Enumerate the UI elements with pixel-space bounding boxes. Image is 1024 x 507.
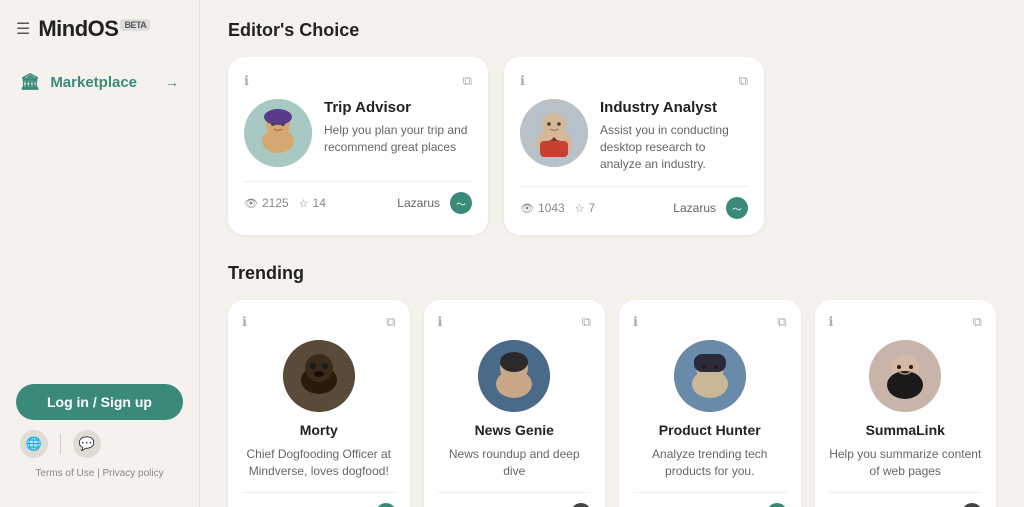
star-icon: ☆ (299, 197, 309, 210)
trending-footer: 👁 997 ☆ 11 〜 (633, 492, 787, 507)
external-link-icon[interactable]: ⧉ (973, 314, 982, 330)
card-footer: 👁 2125 ☆ 14 Lazarus 〜 (244, 181, 472, 214)
external-link-icon[interactable]: ⧉ (386, 314, 395, 330)
external-link-icon[interactable]: ⧉ (777, 314, 786, 330)
trending-footer: 👁 1712 ☆ 21 〜 (438, 492, 592, 507)
trending-section: Trending ℹ ⧉ Mor (228, 263, 996, 507)
trending-card-morty[interactable]: ℹ ⧉ Morty Chief Dogfooding Officer at Mi… (228, 300, 410, 507)
external-link-icon[interactable]: ⧉ (739, 73, 748, 89)
info-icon[interactable]: ℹ (242, 314, 247, 330)
external-link-icon[interactable]: ⧉ (463, 73, 472, 89)
card-icons-row: ℹ ⧉ (244, 73, 472, 89)
agent-avatar-industry (520, 99, 588, 167)
agent-avatar-trip (244, 99, 312, 167)
card-header: ℹ ⧉ (633, 314, 787, 330)
creator-badge: 〜 (767, 503, 787, 507)
trending-cards: ℹ ⧉ Morty Chief Dogfooding Officer at Mi… (228, 300, 996, 507)
creator-name: Lazarus (673, 201, 716, 215)
footer-links: Terms of Use | Privacy policy (16, 468, 183, 479)
trending-agent-desc: Chief Dogfooding Officer at Mindverse, l… (242, 446, 396, 480)
agent-info: Industry Analyst Assist you in conductin… (600, 99, 748, 172)
trending-agent-name: News Genie (475, 422, 554, 438)
trending-agent-name: Product Hunter (659, 422, 761, 438)
agent-avatar-morty (283, 340, 355, 412)
sidebar-footer: Log in / Sign up 🌐 💬 Terms of Use | Priv… (0, 372, 199, 491)
sidebar-item-label: Marketplace (50, 74, 137, 91)
card-header: ℹ ⧉ (438, 314, 592, 330)
card-footer: 👁 1043 ☆ 7 Lazarus 〜 (520, 186, 748, 219)
external-link-icon[interactable]: ⧉ (582, 314, 591, 330)
trending-footer: 👁 697 ☆ 11 〜 (829, 492, 983, 507)
footer-icons: 🌐 💬 (16, 430, 183, 458)
trending-card-summalink[interactable]: ℹ ⧉ SummaLink Help you summarize content… (815, 300, 997, 507)
sidebar: ☰ MindOSBETA 🏛 Marketplace → Log in / Si… (0, 0, 200, 507)
creator-badge: 〜 (376, 503, 396, 507)
creator-name: Lazarus (397, 196, 440, 210)
agent-name: Industry Analyst (600, 99, 748, 116)
stars-count: 14 (313, 196, 326, 210)
editors-choice-section: Editor's Choice ℹ ⧉ (228, 20, 996, 235)
stars-stat: ☆ 14 (299, 196, 326, 210)
creator-badge: 〜 (726, 197, 748, 219)
card-header: ℹ ⧉ (829, 314, 983, 330)
info-icon[interactable]: ℹ (244, 73, 249, 89)
sidebar-nav: 🏛 Marketplace → (0, 62, 199, 372)
sidebar-item-marketplace[interactable]: 🏛 Marketplace → (8, 62, 191, 102)
views-count: 1043 (538, 201, 565, 215)
sidebar-header: ☰ MindOSBETA (0, 16, 199, 62)
agent-name: Trip Advisor (324, 99, 472, 116)
creator-badge: 〜 (450, 192, 472, 214)
stars-count: 7 (589, 201, 596, 215)
app-name: MindOS (38, 16, 118, 41)
agent-desc: Help you plan your trip and recommend gr… (324, 122, 472, 156)
creator-badge: 〜 (962, 503, 982, 507)
trending-agent-name: Morty (300, 422, 338, 438)
agent-avatar-news (478, 340, 550, 412)
editors-choice-title: Editor's Choice (228, 20, 996, 41)
views-stat: 👁 2125 (244, 196, 289, 210)
trending-agent-desc: Analyze trending tech products for you. (633, 446, 787, 480)
agent-info: Trip Advisor Help you plan your trip and… (324, 99, 472, 156)
trending-agent-desc: News roundup and deep dive (438, 446, 592, 480)
footer-divider (60, 434, 61, 454)
info-icon[interactable]: ℹ (633, 314, 638, 330)
login-button[interactable]: Log in / Sign up (16, 384, 183, 420)
info-icon[interactable]: ℹ (829, 314, 834, 330)
discord-icon[interactable]: 💬 (73, 430, 101, 458)
star-icon: ☆ (575, 202, 585, 215)
app-logo: MindOSBETA (38, 16, 150, 42)
agent-desc: Assist you in conducting desktop researc… (600, 122, 748, 172)
hamburger-icon[interactable]: ☰ (16, 19, 30, 39)
agent-avatar-summalink (869, 340, 941, 412)
main-content: Editor's Choice ℹ ⧉ (200, 0, 1024, 507)
card-body: Industry Analyst Assist you in conductin… (520, 99, 748, 172)
trending-agent-name: SummaLink (866, 422, 945, 438)
trending-card-news-genie[interactable]: ℹ ⧉ News Genie News roundup and deep div… (424, 300, 606, 507)
stars-stat: ☆ 7 (575, 201, 596, 215)
agent-avatar-product (674, 340, 746, 412)
views-icon: 👁 (244, 197, 258, 210)
terms-privacy-links[interactable]: Terms of Use | Privacy policy (35, 468, 163, 479)
info-icon[interactable]: ℹ (438, 314, 443, 330)
community-icon[interactable]: 🌐 (20, 430, 48, 458)
trending-footer: 👁 1087 ☆ 30 〜 (242, 492, 396, 507)
views-icon: 👁 (520, 202, 534, 215)
views-count: 2125 (262, 196, 289, 210)
sidebar-item-arrow: → (165, 74, 179, 90)
card-header: ℹ ⧉ (242, 314, 396, 330)
info-icon[interactable]: ℹ (520, 73, 525, 89)
agent-card-trip-advisor[interactable]: ℹ ⧉ (228, 57, 488, 235)
marketplace-icon: 🏛 (20, 72, 40, 92)
trending-title: Trending (228, 263, 996, 284)
trending-agent-desc: Help you summarize content of web pages (829, 446, 983, 480)
card-body: Trip Advisor Help you plan your trip and… (244, 99, 472, 167)
editors-choice-cards: ℹ ⧉ (228, 57, 996, 235)
creator-badge: 〜 (571, 503, 591, 507)
card-icons-row: ℹ ⧉ (520, 73, 748, 89)
agent-card-industry-analyst[interactable]: ℹ ⧉ (504, 57, 764, 235)
trending-card-product-hunter[interactable]: ℹ ⧉ Product Hunter Analyze trending tech… (619, 300, 801, 507)
views-stat: 👁 1043 (520, 201, 565, 215)
beta-badge: BETA (120, 19, 150, 31)
